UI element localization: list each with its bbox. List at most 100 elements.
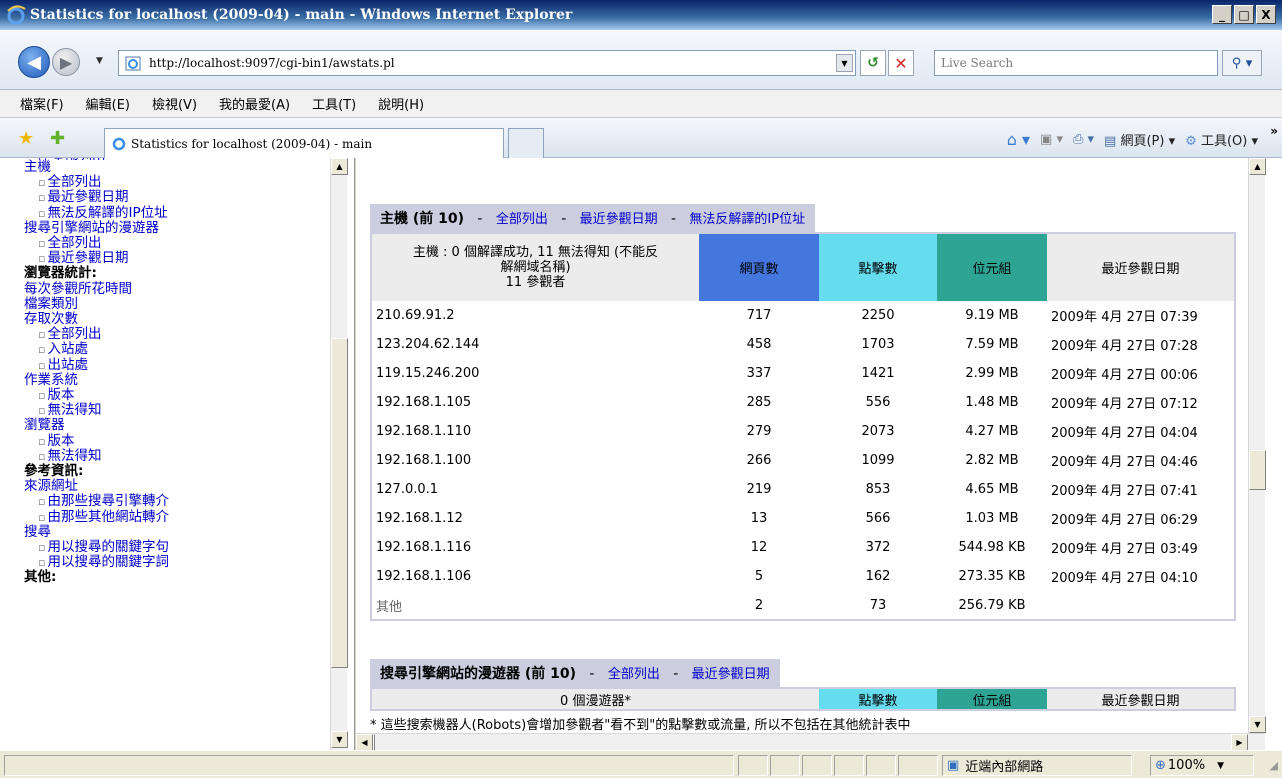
nav-link[interactable]: 入站處 [24,342,330,357]
address-dropdown-icon[interactable]: ▼ [836,54,853,72]
tools-menu[interactable]: ⚙ 工具(O) ▾ [1185,130,1258,149]
menu-favorites[interactable]: 我的最愛(A) [219,94,290,113]
robots-link-all[interactable]: 全部列出 [608,667,660,682]
forward-button[interactable]: ▶ [52,48,80,76]
menu-bar: 檔案(F) 編輯(E) 檢視(V) 我的最愛(A) 工具(T) 說明(H) [0,90,1282,118]
hits-cell: 556 [865,395,891,410]
security-zone[interactable]: ▣ 近端內部網路 [942,755,1132,776]
bytes-cell: 4.27 MB [965,424,1019,439]
nav-link[interactable]: 瀏覽器 [24,418,330,433]
last-visit-cell: 2009年 4月 27日 07:28 [1051,339,1198,354]
page-menu[interactable]: ▤ 網頁(P) ▾ [1104,130,1175,149]
feeds-icon[interactable]: ▣ ▾ [1040,132,1063,147]
nav-link[interactable]: 每次參觀所花時間 [24,281,330,297]
nav-link[interactable]: 無法得知 [24,448,330,464]
minimize-button[interactable]: _ [1212,5,1232,24]
scroll-right-button[interactable]: ▶ [1231,734,1248,750]
search-button[interactable]: ⚲ ▾ [1222,50,1262,76]
stop-button[interactable]: ✕ [888,50,914,76]
nav-link[interactable]: 檔案類別 [24,296,330,312]
h-scroll-thumb[interactable] [373,734,375,750]
col-last-visit: 最近參觀日期 [1047,233,1235,301]
nav-section-heading: 瀏覽器統計: [24,265,97,282]
scroll-thumb[interactable] [1249,450,1266,490]
horizontal-scrollbar[interactable]: ◀ ▶ [356,733,1265,750]
nav-link[interactable]: 存取次數 [24,311,330,327]
pages-cell: 266 [746,453,772,468]
nav-link[interactable]: 版本 [24,387,330,403]
print-icon[interactable]: ⎙ ▾ [1073,132,1094,147]
menu-edit[interactable]: 編輯(E) [86,94,130,113]
history-dropdown-icon[interactable]: ▼ [96,56,103,66]
nav-link[interactable]: 作業系統 [24,372,330,388]
pages-cell: 458 [746,337,772,352]
nav-link[interactable]: 來源網址 [24,479,330,494]
zoom-control[interactable]: ⊕ 100% ▼ [1150,755,1254,776]
back-button[interactable]: ◀ [18,46,50,78]
tab-main[interactable]: Statistics for localhost (2009-04) - mai… [104,128,504,158]
bytes-cell: 7.59 MB [965,337,1019,352]
hosts-desc-line: 11 參觀者 [505,275,566,290]
nav-link[interactable]: 用以搜尋的關鍵字詞 [24,555,330,570]
host-cell: 192.168.1.116 [376,540,472,555]
page-menu-label: 網頁(P) [1120,134,1165,149]
nav-link[interactable]: 版本 [24,433,330,449]
nav-link[interactable]: 主機 [24,159,330,175]
favorites-star-icon[interactable]: ★ [18,128,34,149]
nav-link[interactable]: 全部列出 [24,175,330,190]
bytes-cell: 4.65 MB [965,482,1019,497]
last-visit-cell: 2009年 4月 27日 04:04 [1051,426,1198,441]
pages-cell: 337 [746,366,772,381]
menu-file[interactable]: 檔案(F) [20,94,64,113]
left-vertical-scrollbar[interactable]: ▲ ▼ [330,158,348,750]
maximize-button[interactable]: □ [1234,5,1254,24]
nav-link[interactable]: 出站處 [24,357,330,373]
hosts-link-all[interactable]: 全部列出 [496,212,548,227]
nav-link[interactable]: 無法得知 [24,403,330,418]
table-row: 119.15.246.200 337 1421 2.99 MB 2009年 4月 27日… [371,359,1235,388]
hosts-link-unresolved[interactable]: 無法反解譯的IP位址 [689,212,805,227]
scroll-up-button[interactable]: ▲ [1249,158,1266,175]
scroll-up-button[interactable]: ▲ [331,158,348,175]
scroll-left-button[interactable]: ◀ [356,734,373,750]
hits-cell: 1099 [861,453,895,468]
url-text[interactable]: http://localhost:9097/cgi-bin1/awstats.p… [149,56,395,70]
chevron-more-icon[interactable]: » [1270,124,1278,138]
scroll-down-button[interactable]: ▼ [331,731,348,748]
bytes-cell: 2.99 MB [965,366,1019,381]
new-tab-button[interactable] [508,128,544,158]
menu-view[interactable]: 檢視(V) [152,94,197,113]
nav-link[interactable]: 由那些搜尋引擎轉介 [24,494,330,509]
nav-link[interactable]: 搜尋引擎網站的漫遊器 [24,220,330,236]
host-cell: 其他 [376,599,403,615]
robots-col-bytes: 位元組 [937,688,1047,710]
add-favorite-icon[interactable]: ✚ [50,128,65,149]
close-button[interactable]: X [1256,5,1276,24]
home-icon[interactable]: ⌂ ▾ [1007,130,1030,149]
address-bar[interactable]: http://localhost:9097/cgi-bin1/awstats.p… [118,50,856,76]
nav-link[interactable]: 全部列出 [24,235,330,251]
menu-tools[interactable]: 工具(T) [312,94,356,113]
hits-cell: 2073 [861,424,895,439]
nav-link[interactable]: 無法反解譯的IP位址 [24,205,330,221]
hits-cell: 853 [865,482,891,497]
nav-link[interactable]: 最近參觀日期 [24,190,330,205]
robots-link-last-visit[interactable]: 最近參觀日期 [692,667,770,682]
nav-link[interactable]: 用以搜尋的關鍵字句 [24,539,330,555]
resize-grip-icon[interactable]: ◢ [1270,759,1278,772]
host-cell: 192.168.1.12 [376,511,463,526]
menu-help[interactable]: 說明(H) [378,94,424,113]
hosts-link-last-visit[interactable]: 最近參觀日期 [580,212,658,227]
scroll-thumb[interactable] [331,338,348,668]
refresh-button[interactable]: ↺ [860,50,886,76]
hits-cell: 1421 [861,366,895,381]
right-vertical-scrollbar[interactable]: ▲ ▼ [1248,158,1266,733]
search-input[interactable]: Live Search [934,50,1218,76]
scroll-down-button[interactable]: ▼ [1249,716,1266,733]
last-visit-cell: 2009年 4月 27日 07:41 [1051,484,1198,499]
nav-link[interactable]: 由那些其他網站轉介 [24,509,330,525]
hosts-table-header: 主機 : 0 個解譯成功, 11 無法得知 (不能反 解網域名稱) 11 參觀者… [371,233,1235,301]
window-title: Statistics for localhost (2009-04) - mai… [30,7,573,23]
nav-link[interactable]: 搜尋 [24,524,330,540]
nav-link[interactable]: 全部列出 [24,327,330,342]
